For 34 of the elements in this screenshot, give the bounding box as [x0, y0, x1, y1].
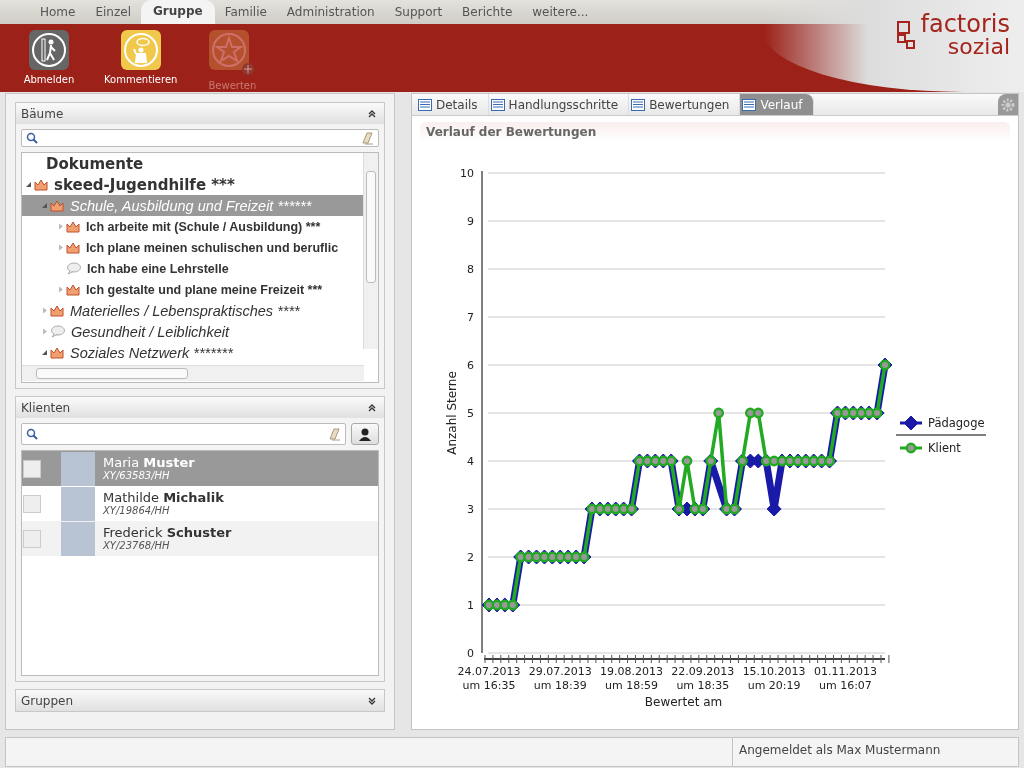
- y-tick-label: 6: [467, 359, 474, 372]
- y-axis-title: Anzahl Sterne: [445, 371, 459, 455]
- y-tick-label: 0: [467, 647, 474, 660]
- x-tick-label: 01.11.2013 um 16:07: [813, 665, 877, 692]
- y-tick-label: 2: [467, 551, 474, 564]
- client-name: Frederick Schuster: [103, 525, 232, 541]
- panel-title: Klienten: [21, 400, 71, 415]
- logo-text: factoris: [920, 12, 1010, 36]
- legend-label: Klient: [928, 441, 961, 455]
- client-name: Maria Muster: [103, 455, 195, 471]
- x-tick-label: 29.07.2013 um 18:39: [528, 665, 592, 692]
- status-text: Angemeldet als Max Mustermann: [738, 742, 942, 759]
- x-tick-label: 24.07.2013 um 16:35: [457, 665, 521, 692]
- x-tick-label: 15.10.2013 um 20:19: [742, 665, 806, 692]
- section-title: Verlauf der Bewertungen: [420, 122, 1010, 142]
- y-tick-label: 3: [467, 503, 474, 516]
- client-number: XY/63583/HH: [103, 470, 171, 482]
- logo-subtitle: sozial: [947, 36, 1010, 58]
- client-number: XY/19864/HH: [103, 505, 171, 517]
- x-tick-label: 19.08.2013 um 18:59: [600, 665, 664, 692]
- y-tick-label: 5: [467, 407, 474, 420]
- y-tick-label: 4: [467, 455, 474, 468]
- y-tick-label: 7: [467, 311, 474, 324]
- client-number: XY/23768/HH: [103, 540, 171, 552]
- x-axis-title: Bewertet am: [644, 695, 723, 709]
- y-tick-label: 8: [467, 263, 474, 276]
- panel-title: Gruppen: [21, 693, 74, 708]
- y-tick-label: 1: [467, 599, 474, 612]
- panel-title: Bäume: [21, 106, 64, 121]
- legend-label: Pädagoge: [928, 416, 985, 430]
- y-tick-label: 10: [460, 167, 474, 180]
- y-tick-label: 9: [467, 215, 474, 228]
- x-tick-label: 22.09.2013 um 18:35: [671, 665, 735, 692]
- client-name: Mathilde Michalik: [103, 490, 224, 506]
